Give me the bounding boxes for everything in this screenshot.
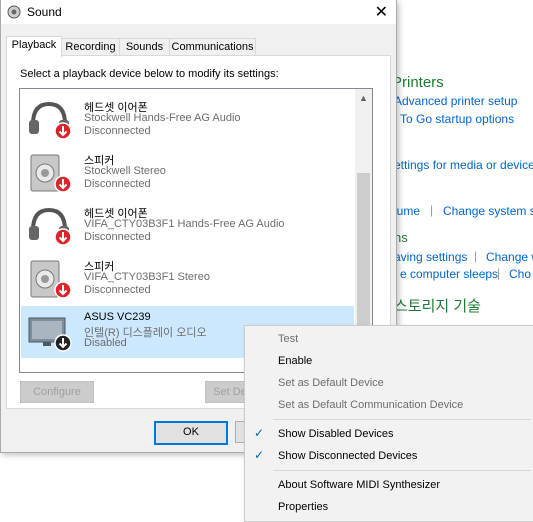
configure-button[interactable]: Configure — [20, 381, 94, 403]
checkmark-icon: ✓ — [254, 426, 265, 440]
menu-item-set-default-device[interactable]: Set as Default Device — [245, 372, 533, 394]
list-item[interactable]: 헤드셋 이어폰 VIFA_CTY03B3F1 Hands-Free AG Aud… — [21, 200, 354, 252]
tab-recording[interactable]: Recording — [61, 38, 120, 56]
to-go-startup-link[interactable]: To Go startup options — [400, 112, 514, 126]
menu-item-properties[interactable]: Properties — [245, 496, 533, 518]
link-separator: | — [430, 203, 434, 217]
headset-icon — [29, 207, 72, 246]
computer-sleeps-link[interactable]: e computer sleeps — [400, 267, 498, 281]
menu-item-label: Show Disconnected Devices — [278, 450, 418, 462]
change-w-link[interactable]: Change w — [486, 250, 533, 264]
menu-item-label: Properties — [278, 501, 329, 513]
menu-item-test[interactable]: Test — [245, 328, 533, 350]
speaker-icon — [30, 154, 72, 193]
device-status: Disconnected — [84, 125, 151, 137]
change-system-sounds-link[interactable]: Change system s — [443, 204, 533, 218]
menu-item-set-default-communication-device[interactable]: Set as Default Communication Device — [245, 394, 533, 416]
device-status: Disconnected — [84, 231, 151, 243]
headset-icon — [29, 101, 72, 140]
instruction-text: Select a playback device below to modify… — [20, 68, 279, 80]
scroll-up-icon[interactable]: ▲ — [359, 93, 368, 103]
menu-item-enable[interactable]: Enable — [245, 350, 533, 372]
ok-button[interactable]: OK — [154, 421, 228, 445]
menu-separator — [273, 419, 531, 420]
speaker-icon — [30, 260, 72, 299]
printers-heading: Printers — [392, 74, 444, 91]
device-description: VIFA_CTY03B3F1 Stereo — [84, 271, 210, 283]
menu-item-label: Set as Default Device — [278, 377, 384, 389]
device-status: Disconnected — [84, 178, 151, 190]
speaker-icon — [7, 5, 21, 19]
list-item[interactable]: 스피커 VIFA_CTY03B3F1 Stereo Disconnected — [21, 253, 354, 305]
link-separator: | — [474, 249, 478, 263]
cho-link[interactable]: Cho — [509, 267, 531, 281]
saving-settings-link[interactable]: aving settings — [394, 250, 467, 264]
close-icon[interactable]: ✕ — [375, 2, 388, 22]
link-separator: | — [497, 266, 501, 280]
menu-item-label: Test — [278, 333, 299, 345]
device-name: ASUS VC239 — [84, 311, 151, 323]
tab-communications[interactable]: Communications — [169, 38, 256, 56]
title-bar[interactable]: Sound ✕ — [1, 0, 396, 24]
menu-item-about-midi[interactable]: About Software MIDI Synthesizer — [245, 474, 533, 496]
menu-item-label: Show Disabled Devices — [278, 428, 394, 440]
dialog-title: Sound — [27, 5, 62, 19]
context-menu: Test Enable Set as Default Device Set as… — [244, 325, 533, 522]
device-description: VIFA_CTY03B3F1 Hands-Free AG Audio — [84, 218, 285, 230]
menu-item-label: About Software MIDI Synthesizer — [278, 479, 441, 491]
menu-item-label: Enable — [278, 355, 313, 367]
menu-item-label: Set as Default Communication Device — [278, 399, 464, 411]
checkmark-icon: ✓ — [254, 448, 265, 462]
list-item[interactable]: 스피커 Stockwell Stereo Disconnected — [21, 147, 354, 199]
device-description: Stockwell Hands-Free AG Audio — [84, 112, 241, 124]
advanced-printer-setup-link[interactable]: Advanced printer setup — [394, 94, 517, 108]
menu-item-show-disconnected-devices[interactable]: ✓ Show Disconnected Devices — [245, 445, 533, 467]
volume-link[interactable]: lume — [394, 204, 420, 218]
device-description: Stockwell Stereo — [84, 165, 166, 177]
storage-heading: 스토리지 기술 — [394, 298, 481, 315]
tab-sounds[interactable]: Sounds — [119, 38, 170, 56]
device-status: Disconnected — [84, 284, 151, 296]
media-settings-link[interactable]: ettings for media or devices — [394, 158, 533, 172]
menu-item-show-disabled-devices[interactable]: ✓ Show Disabled Devices — [245, 423, 533, 445]
list-item[interactable]: 헤드셋 이어폰 Stockwell Hands-Free AG Audio Di… — [21, 94, 354, 146]
menu-separator — [273, 470, 531, 471]
tab-playback[interactable]: Playback — [6, 36, 62, 57]
monitor-icon — [28, 317, 72, 352]
device-status: Disabled — [84, 337, 127, 349]
